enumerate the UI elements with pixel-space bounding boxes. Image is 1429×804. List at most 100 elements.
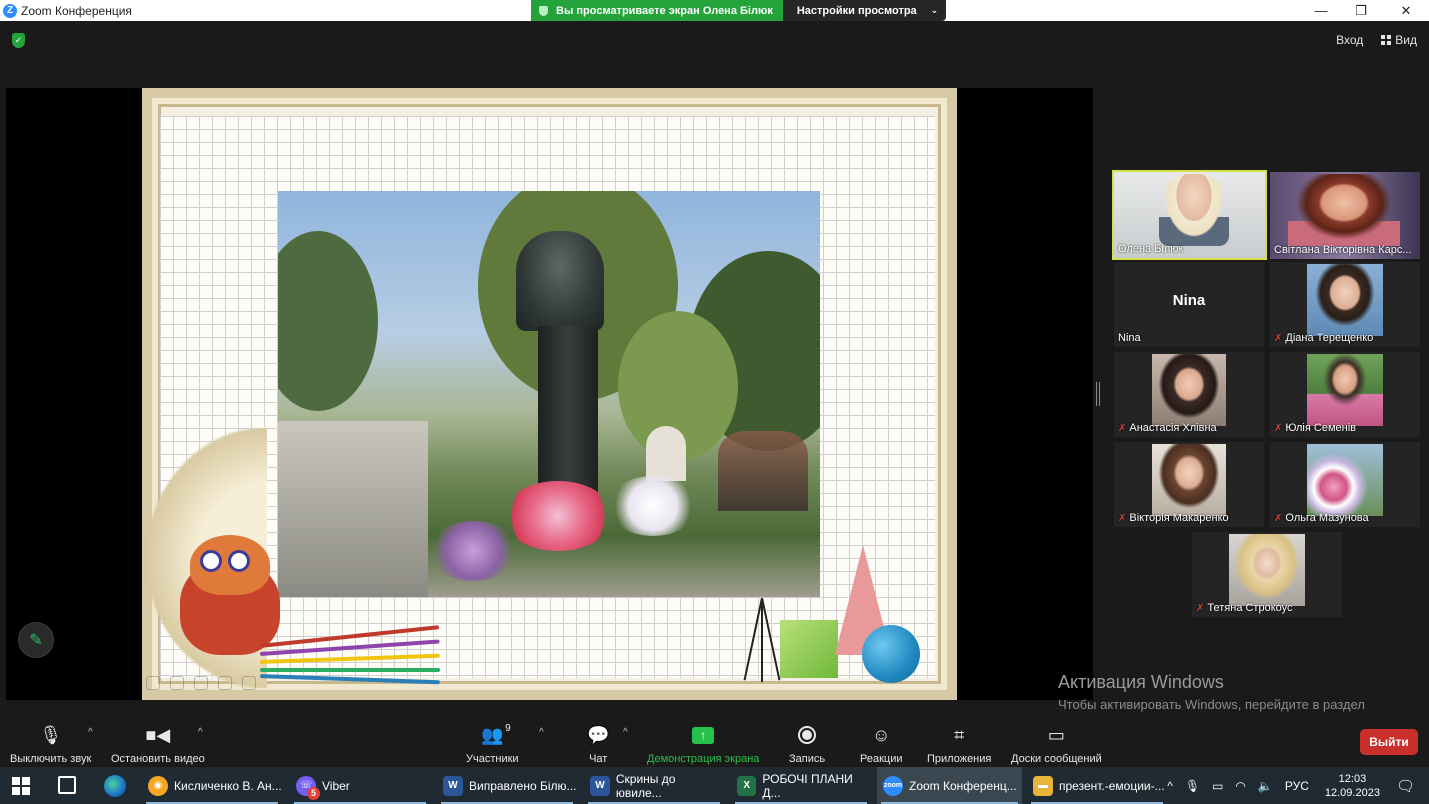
tree-left: [278, 231, 378, 411]
taskbar-app-label: Виправлено Білю...: [469, 778, 577, 793]
participant-tile[interactable]: ✗ Юлія Семенів: [1270, 352, 1420, 437]
participant-tile[interactable]: ✗ Анастасія Хлівна: [1114, 352, 1264, 437]
participant-photo: [1152, 354, 1226, 426]
audio-options-caret-icon[interactable]: ^: [88, 727, 93, 738]
mic-muted-icon: ✗: [1196, 602, 1205, 614]
participant-photo: [1307, 444, 1383, 516]
taskbar-app[interactable]: X РОБОЧІ ПЛАНИ Д...: [731, 767, 871, 804]
slide-control[interactable]: [218, 676, 232, 690]
video-options-caret-icon[interactable]: ^: [198, 727, 203, 738]
participant-name: Nina: [1118, 332, 1141, 344]
participant-tile[interactable]: ✗ Діана Терещенко: [1270, 262, 1420, 347]
stop-video-button[interactable]: ■◀ Остановить видео: [111, 723, 205, 766]
reactions-button[interactable]: ☺ Реакции: [860, 723, 903, 766]
clock-date: 12.09.2023: [1324, 786, 1380, 799]
system-tray: ^ 🎙 ▭ ◠ 🔈 РУС 12:03 12.09.2023 🗨: [1161, 767, 1429, 804]
participant-tile[interactable]: ✗ Тетяна Строкоус: [1192, 532, 1342, 617]
taskbar-app[interactable]: ▬ презент.-емоции-...: [1027, 767, 1167, 804]
top-right-controls: Вход Вид: [1336, 33, 1417, 47]
taskbar-app[interactable]: W Виправлено Білю...: [437, 767, 577, 804]
slide-control[interactable]: [242, 676, 256, 690]
close-button[interactable]: ✕: [1383, 0, 1429, 21]
bust-sculpture: [516, 231, 604, 331]
participant-photo: [1307, 354, 1383, 426]
pencil-yellow: [259, 653, 440, 664]
language-indicator[interactable]: РУС: [1285, 779, 1309, 793]
battery-icon[interactable]: ▭: [1212, 779, 1223, 793]
participants-icon: 👥 9: [481, 723, 511, 745]
chat-label: Чат: [589, 753, 608, 765]
taskbar-app[interactable]: zoom Zoom Конференц...: [877, 767, 1022, 804]
stone-wall: [278, 421, 428, 597]
leave-meeting-button[interactable]: Выйти: [1360, 729, 1418, 755]
taskbar-app[interactable]: ◉ Кисличенко В. Ан...: [142, 767, 282, 804]
tripod-illustration: [743, 597, 781, 686]
microphone-icon: 🎙: [39, 724, 63, 745]
security-shield-icon[interactable]: ✓: [12, 33, 25, 48]
zoom-icon: zoom: [883, 775, 903, 796]
video-camera-icon: ■◀: [145, 724, 171, 745]
share-screen-button[interactable]: ↑ Демонстрация экрана: [647, 723, 759, 765]
mic-muted-icon: ✗: [1274, 332, 1283, 344]
participant-tile[interactable]: ✗ Ольга Мазунова: [1270, 442, 1420, 527]
grid-view-icon: [1381, 35, 1392, 45]
meeting-toolbar: 🎙 Выключить звук ^ ■◀ Остановить видео ^…: [0, 715, 1429, 767]
slide-control[interactable]: [170, 676, 184, 690]
notifications-icon[interactable]: 🗨: [1396, 777, 1415, 795]
show-hidden-icons-icon[interactable]: ^: [1167, 779, 1173, 793]
small-headstone: [646, 426, 686, 481]
white-flowers: [608, 476, 698, 536]
participant-tile[interactable]: Олена Білюк: [1112, 170, 1267, 260]
panel-splitter-handle[interactable]: [1096, 382, 1100, 406]
taskbar-app-label: Zoom Конференц...: [909, 778, 1017, 793]
view-settings-label: Настройки просмотра: [796, 4, 917, 17]
participant-name: Світлана Вікторівна Карс...: [1274, 244, 1412, 256]
share-screen-icon: ↑: [692, 726, 715, 744]
chat-bubble-icon: 💬: [587, 724, 610, 745]
maximize-button[interactable]: ❐: [1338, 0, 1384, 21]
microphone-tray-icon[interactable]: 🎙: [1185, 779, 1200, 793]
record-label: Запись: [789, 753, 826, 765]
taskbar-app[interactable]: W Скрины до ювиле...: [584, 767, 724, 804]
tripod-leg: [761, 598, 763, 682]
word-icon: W: [590, 775, 610, 796]
mic-muted-icon: ✗: [1118, 422, 1127, 434]
slide-control[interactable]: [194, 676, 208, 690]
taskbar-app[interactable]: ☏ 5 Viber: [290, 767, 430, 804]
whiteboard-icon: ▭: [1047, 724, 1065, 745]
owl-eye-right: [228, 550, 250, 572]
view-settings-button[interactable]: Настройки просмотра ⌄: [782, 0, 947, 21]
excel-icon: X: [737, 775, 757, 796]
slide-control[interactable]: [146, 676, 160, 690]
volume-icon[interactable]: 🔈: [1258, 779, 1273, 793]
participant-name: Олена Білюк: [1118, 243, 1184, 255]
people-group: [718, 431, 808, 511]
participant-tile[interactable]: ✗ Вікторія Макаренко: [1114, 442, 1264, 527]
view-button[interactable]: Вид: [1381, 33, 1417, 47]
participant-tile[interactable]: Світлана Вікторівна Карс...: [1270, 172, 1420, 259]
task-view-icon[interactable]: [58, 776, 76, 794]
whiteboards-button[interactable]: ▭ Доски сообщений: [1011, 723, 1102, 766]
chat-options-caret-icon[interactable]: ^: [623, 727, 628, 738]
chat-button[interactable]: 💬 Чат: [587, 723, 610, 766]
annotate-pen-icon[interactable]: ✎: [18, 622, 54, 658]
edge-browser-icon[interactable]: [104, 775, 126, 797]
mute-button[interactable]: 🎙 Выключить звук: [10, 723, 91, 766]
apps-button[interactable]: ⌗ Приложения: [927, 723, 991, 766]
record-button[interactable]: Запись: [789, 723, 825, 765]
participant-name: ✗ Вікторія Макаренко: [1118, 512, 1229, 524]
enter-button[interactable]: Вход: [1336, 33, 1363, 47]
zoom-window: Z Zoom Конференция Вы просматриваете экр…: [0, 0, 1429, 804]
participant-photo: [1307, 264, 1383, 336]
windows-start-icon[interactable]: [12, 777, 30, 795]
participants-options-caret-icon[interactable]: ^: [539, 727, 544, 738]
wifi-icon[interactable]: ◠: [1235, 779, 1245, 793]
notification-badge: 5: [307, 786, 320, 800]
participants-button[interactable]: 👥 9 Участники: [466, 723, 519, 765]
monument-pillar: [538, 326, 598, 501]
mic-muted-icon: ✗: [1274, 422, 1283, 434]
blue-sphere: [862, 625, 920, 683]
system-clock[interactable]: 12:03 12.09.2023: [1325, 772, 1380, 800]
participant-tile[interactable]: Nina Nina: [1114, 262, 1264, 347]
mic-muted-icon: ✗: [1118, 512, 1127, 524]
